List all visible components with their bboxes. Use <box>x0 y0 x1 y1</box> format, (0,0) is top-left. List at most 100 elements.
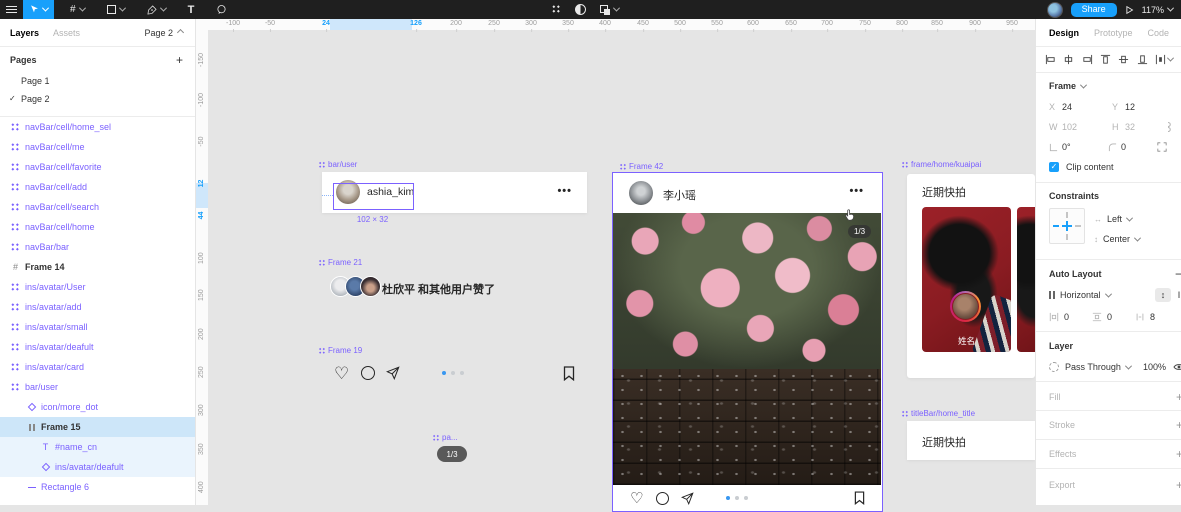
horizontal-ruler[interactable]: -100 -50 24 126 200 250 300 350 400 450 500 550 600 6… <box>195 19 1035 32</box>
remove-auto-layout-button[interactable]: − <box>1175 267 1181 281</box>
layer-row[interactable]: navBar/cell/home_sel <box>0 117 195 137</box>
frame-label-pa[interactable]: pa... <box>432 433 458 442</box>
layer-row[interactable]: #name_cn <box>0 437 195 457</box>
bookmark-icon[interactable] <box>854 491 865 505</box>
rotation-input[interactable]: 0° <box>1062 142 1108 152</box>
layer-row[interactable]: navBar/cell/me <box>0 137 195 157</box>
layer-row[interactable]: ins/avatar/small <box>0 317 195 337</box>
layer-row[interactable]: Frame 15 <box>0 417 195 437</box>
story-card[interactable]: 姓名 <box>922 207 1011 352</box>
layer-row[interactable]: Frame 14 <box>0 257 195 277</box>
align-top-icon[interactable] <box>1100 54 1111 65</box>
layer-row[interactable]: navBar/cell/search <box>0 197 195 217</box>
page-selector-dropdown[interactable]: Page 2 <box>144 28 195 38</box>
align-right-icon[interactable] <box>1082 54 1093 65</box>
add-effect-button[interactable]: + <box>1176 447 1181 461</box>
item-spacing-input[interactable]: 8 <box>1150 312 1155 322</box>
tab-prototype[interactable]: Prototype <box>1094 28 1133 38</box>
layer-row[interactable]: navBar/cell/add <box>0 177 195 197</box>
page-item-2[interactable]: Page 2 <box>21 94 50 104</box>
comment-icon[interactable] <box>361 366 376 380</box>
add-stroke-button[interactable]: + <box>1176 418 1181 432</box>
layer-row[interactable]: icon/more_dot <box>0 397 195 417</box>
opacity-input[interactable]: 100% <box>1143 362 1166 372</box>
direction-value[interactable]: Horizontal <box>1060 290 1101 300</box>
horizontal-padding-input[interactable]: 0 <box>1064 312 1092 322</box>
shape-tool-button[interactable] <box>101 0 131 19</box>
align-horizontal-center-icon[interactable] <box>1063 54 1074 65</box>
add-fill-button[interactable]: + <box>1176 390 1181 404</box>
align-bottom-icon[interactable] <box>1137 54 1148 65</box>
layer-row[interactable]: navBar/cell/home <box>0 217 195 237</box>
x-input[interactable]: 24 <box>1062 102 1112 112</box>
comment-icon[interactable] <box>656 491 670 505</box>
move-tool-button[interactable] <box>23 0 54 19</box>
boolean-groups-button[interactable] <box>600 4 621 15</box>
layer-row[interactable]: navBar/bar <box>0 237 195 257</box>
constrain-proportions-icon[interactable] <box>1165 121 1173 133</box>
avatar[interactable] <box>629 181 653 205</box>
layer-row[interactable]: Rectangle 6 <box>0 477 195 497</box>
present-icon[interactable] <box>1125 5 1134 15</box>
tab-code[interactable]: Code <box>1148 28 1170 38</box>
main-menu-button[interactable] <box>0 0 23 19</box>
resize-fixed-button[interactable]: I <box>1171 288 1181 302</box>
frame-label-frame19[interactable]: Frame 19 <box>318 346 362 355</box>
page-item-1[interactable]: Page 1 <box>21 76 50 86</box>
text-tool-button[interactable]: T <box>182 0 201 19</box>
align-vertical-center-icon[interactable] <box>1118 54 1129 65</box>
story-card[interactable] <box>1017 207 1035 352</box>
frame-label-frame21[interactable]: Frame 21 <box>318 258 362 267</box>
selection-box[interactable] <box>333 183 414 210</box>
h-input[interactable]: 32 <box>1125 122 1165 132</box>
vertical-ruler[interactable]: -150 -100 -50 12 44 100 150 200 250 300 350 400 <box>195 30 208 505</box>
share-button[interactable]: Share <box>1070 2 1117 17</box>
distribute-dropdown[interactable] <box>1155 54 1175 65</box>
resize-vertical-button[interactable]: ↕ <box>1155 288 1171 302</box>
visibility-eye-icon[interactable] <box>1173 363 1181 371</box>
checkbox-checked-icon[interactable] <box>1049 162 1059 172</box>
share-plane-icon[interactable] <box>386 366 400 380</box>
zoom-level-dropdown[interactable]: 117% <box>1142 5 1175 15</box>
w-input[interactable]: 102 <box>1062 122 1112 132</box>
frame-label-kuaipai[interactable]: frame/home/kuaipai <box>901 160 981 169</box>
layer-row[interactable]: ins/avatar/User <box>0 277 195 297</box>
vertical-constraint-dropdown[interactable]: ↕ Center <box>1094 232 1181 246</box>
mask-icon[interactable] <box>575 4 586 15</box>
share-plane-icon[interactable] <box>681 491 695 505</box>
layer-row[interactable]: ins/avatar/deafult <box>0 457 195 477</box>
frame-kuaipai[interactable]: 近期快拍 姓名 <box>907 174 1035 378</box>
frame-tool-button[interactable]: # <box>64 0 91 19</box>
y-input[interactable]: 12 <box>1125 102 1135 112</box>
tab-design[interactable]: Design <box>1049 28 1079 38</box>
bookmark-icon[interactable] <box>563 365 575 381</box>
tab-assets[interactable]: Assets <box>39 28 80 38</box>
corner-radius-input[interactable]: 0 <box>1121 142 1157 152</box>
user-avatar[interactable] <box>1046 1 1063 18</box>
pen-tool-button[interactable] <box>141 0 172 19</box>
create-component-icon[interactable] <box>552 5 561 14</box>
constraints-widget[interactable] <box>1049 208 1085 244</box>
layer-row[interactable]: ins/avatar/add <box>0 297 195 317</box>
independent-corners-icon[interactable] <box>1157 142 1167 152</box>
add-page-button[interactable]: + <box>176 53 183 67</box>
layer-row[interactable]: navBar/cell/favorite <box>0 157 195 177</box>
heart-icon[interactable]: ♡ <box>334 365 349 382</box>
layer-row[interactable]: ins/avatar/deafult <box>0 337 195 357</box>
layer-row[interactable]: ins/avatar/card <box>0 357 195 377</box>
frame-label-frame42[interactable]: Frame 42 <box>619 162 663 171</box>
heart-icon[interactable]: ♡ <box>630 491 643 506</box>
clip-content-row[interactable]: Clip content <box>1036 159 1181 175</box>
more-dots-icon[interactable]: ••• <box>557 185 572 197</box>
frame-home-title[interactable]: 近期快拍 <box>907 421 1035 460</box>
horizontal-constraint-dropdown[interactable]: ↔ Left <box>1094 212 1181 226</box>
more-dots-icon[interactable]: ••• <box>849 185 864 197</box>
frame-label-bar-user[interactable]: bar/user <box>318 160 357 169</box>
vertical-padding-input[interactable]: 0 <box>1107 312 1135 322</box>
tab-layers[interactable]: Layers <box>0 28 39 38</box>
add-export-button[interactable]: + <box>1176 478 1181 492</box>
frame-frame19[interactable]: ♡ <box>334 362 587 384</box>
comment-tool-button[interactable] <box>210 0 233 19</box>
frame-label-home-title[interactable]: titleBar/home_title <box>901 409 975 418</box>
align-left-icon[interactable] <box>1045 54 1056 65</box>
